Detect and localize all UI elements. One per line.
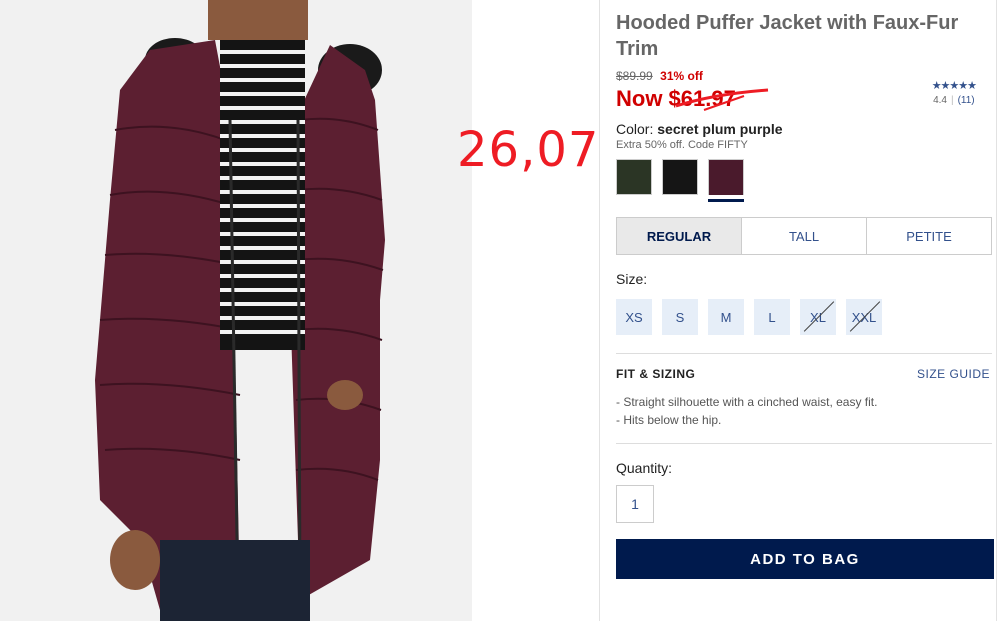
price-annotation: 26,07: [457, 122, 600, 178]
product-rating[interactable]: ★★★★★ 4.4 | (11): [931, 79, 977, 106]
product-title: Hooded Puffer Jacket with Faux-Fur Trim: [616, 12, 959, 60]
promo-text: Extra 50% off. Code FIFTY: [616, 139, 748, 151]
size-label: Size:: [616, 271, 648, 287]
size-xs[interactable]: XS: [616, 299, 652, 335]
fit-tabs: REGULAR TALL PETITE: [616, 217, 992, 255]
size-options: XS S M L XL XXL: [616, 299, 990, 335]
fit-sizing-title: FIT & SIZING: [616, 367, 696, 381]
review-count[interactable]: (11): [958, 95, 975, 106]
selected-swatch-indicator: [708, 199, 744, 202]
original-price: $89.99: [616, 69, 653, 83]
product-page: 26,07 Hooded Puffer Jacket with Faux-Fur…: [0, 0, 997, 621]
tab-petite[interactable]: PETITE: [866, 218, 991, 254]
fit-details: - Straight silhouette with a cinched wai…: [616, 393, 990, 429]
add-to-bag-button[interactable]: ADD TO BAG: [616, 539, 994, 579]
quantity-input[interactable]: 1: [616, 485, 654, 523]
size-xxl[interactable]: XXL: [846, 299, 882, 335]
size-l[interactable]: L: [754, 299, 790, 335]
fit-bullet: - Hits below the hip.: [616, 413, 722, 427]
model-wearing-jacket-image: [0, 0, 472, 621]
fit-sizing-header: FIT & SIZING SIZE GUIDE: [616, 367, 990, 381]
size-s[interactable]: S: [662, 299, 698, 335]
size-m[interactable]: M: [708, 299, 744, 335]
fit-bullet: - Straight silhouette with a cinched wai…: [616, 395, 878, 409]
star-rating-icon: ★★★★★: [931, 80, 977, 92]
sale-price: Now $61.97: [616, 86, 769, 112]
color-label: Color: secret plum purple: [616, 121, 783, 137]
tab-tall[interactable]: TALL: [741, 218, 866, 254]
size-guide-link[interactable]: SIZE GUIDE: [917, 367, 990, 381]
swatch-black[interactable]: [662, 159, 698, 195]
size-xl[interactable]: XL: [800, 299, 836, 335]
product-details-panel: Hooded Puffer Jacket with Faux-Fur Trim …: [599, 0, 997, 621]
price-block: $89.99 31% off Now $61.97 ★★★★★ 4.4 | (11): [616, 67, 990, 111]
tab-regular[interactable]: REGULAR: [617, 218, 741, 254]
rating-value: 4.4: [933, 95, 947, 106]
divider: [616, 353, 992, 354]
product-photo[interactable]: [0, 0, 472, 621]
divider: [616, 443, 992, 444]
color-swatches: [616, 159, 990, 203]
price-strike-mark: [675, 88, 769, 111]
quantity-label: Quantity:: [616, 460, 673, 476]
swatch-olive[interactable]: [616, 159, 652, 195]
selected-color-name: secret plum purple: [657, 121, 783, 137]
swatch-secret-plum-purple[interactable]: [708, 159, 744, 195]
percent-off: 31% off: [660, 69, 703, 83]
